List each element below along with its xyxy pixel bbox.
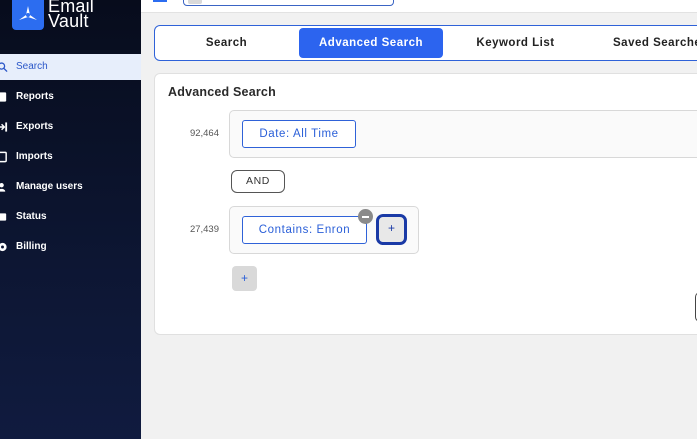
remove-filter-icon[interactable] xyxy=(358,209,373,224)
sidebar-item-search[interactable]: Search xyxy=(0,54,141,80)
add-condition-button[interactable]: + xyxy=(376,214,407,245)
tab-search[interactable]: Search xyxy=(156,28,297,58)
card-title: Advanced Search xyxy=(168,85,276,99)
search-input[interactable] xyxy=(183,0,394,6)
export-icon xyxy=(0,122,8,132)
sidebar-item-label: Imports xyxy=(16,151,53,162)
import-icon xyxy=(0,151,7,163)
status-icon xyxy=(0,213,7,221)
menu-icon[interactable] xyxy=(153,0,167,2)
sidebar-item-label: Billing xyxy=(16,241,47,252)
sidebar-item-reports[interactable]: Reports xyxy=(0,84,141,110)
and-operator-button[interactable]: AND xyxy=(231,170,285,193)
brand-name: Email Vault xyxy=(48,0,95,31)
group-count: 92,464 xyxy=(189,128,219,139)
sidebar-nav: Search Reports Exports Imports Manage us… xyxy=(0,54,141,264)
sidebar-item-status[interactable]: Status xyxy=(0,204,141,230)
report-icon xyxy=(0,92,7,102)
sidebar-item-imports[interactable]: Imports xyxy=(0,144,141,170)
sidebar-item-label: Search xyxy=(16,61,48,72)
contains-filter-button[interactable]: Contains: Enron xyxy=(242,216,367,244)
sidebar-item-exports[interactable]: Exports xyxy=(0,114,141,140)
sidebar-item-label: Exports xyxy=(16,121,54,132)
sidebar-item-label: Manage users xyxy=(16,181,83,192)
billing-icon xyxy=(0,242,7,252)
add-group-button[interactable]: + xyxy=(232,266,257,291)
date-filter-button[interactable]: Date: All Time xyxy=(242,120,356,148)
search-tabs: Search Advanced Search Keyword List Save… xyxy=(154,25,697,61)
sidebar-item-label: Status xyxy=(16,211,47,222)
sidebar: Email Vault Search Reports Exports Impor… xyxy=(0,0,141,439)
filter-group: Contains: Enron + xyxy=(229,206,419,254)
sidebar-item-label: Reports xyxy=(16,91,54,102)
tab-advanced-search[interactable]: Advanced Search xyxy=(299,28,443,58)
top-bar xyxy=(141,0,697,13)
search-scope-chip[interactable] xyxy=(188,0,202,4)
sidebar-item-manage-users[interactable]: Manage users xyxy=(0,174,141,200)
sidebar-item-billing[interactable]: Billing xyxy=(0,234,141,260)
search-icon xyxy=(0,62,8,73)
group-count: 27,439 xyxy=(189,224,219,235)
users-icon xyxy=(0,182,6,192)
advanced-search-card: Advanced Search 92,464 Date: All Time AN… xyxy=(154,73,697,335)
tab-keyword-list[interactable]: Keyword List xyxy=(445,28,586,58)
tab-saved-searches[interactable]: Saved Searches xyxy=(588,28,697,58)
logo-icon[interactable] xyxy=(12,0,44,30)
filter-group: Date: All Time xyxy=(229,110,697,158)
